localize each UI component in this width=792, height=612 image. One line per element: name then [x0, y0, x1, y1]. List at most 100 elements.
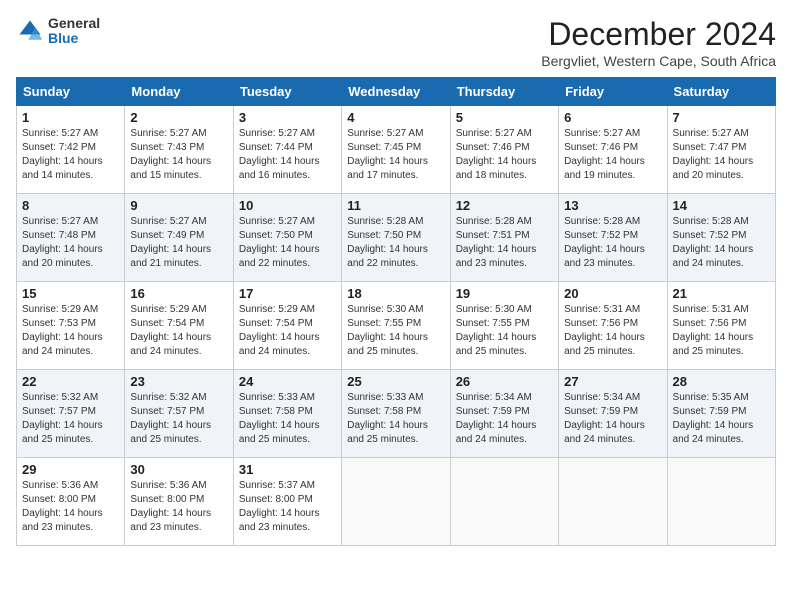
week-row-3: 15 Sunrise: 5:29 AMSunset: 7:53 PMDaylig…: [17, 282, 776, 370]
calendar-cell: 18 Sunrise: 5:30 AMSunset: 7:55 PMDaylig…: [342, 282, 450, 370]
calendar-cell: 29 Sunrise: 5:36 AMSunset: 8:00 PMDaylig…: [17, 458, 125, 546]
calendar-cell: 2 Sunrise: 5:27 AMSunset: 7:43 PMDayligh…: [125, 106, 233, 194]
day-number: 17: [239, 286, 336, 301]
header-wednesday: Wednesday: [342, 78, 450, 106]
day-number: 26: [456, 374, 553, 389]
day-number: 9: [130, 198, 227, 213]
day-number: 13: [564, 198, 661, 213]
day-info: Sunrise: 5:29 AMSunset: 7:54 PMDaylight:…: [239, 304, 320, 357]
title-area: December 2024 Bergvliet, Western Cape, S…: [541, 16, 776, 69]
header-tuesday: Tuesday: [233, 78, 341, 106]
day-number: 31: [239, 462, 336, 477]
header-sunday: Sunday: [17, 78, 125, 106]
calendar-cell: 19 Sunrise: 5:30 AMSunset: 7:55 PMDaylig…: [450, 282, 558, 370]
day-info: Sunrise: 5:31 AMSunset: 7:56 PMDaylight:…: [673, 304, 754, 357]
calendar-cell: [450, 458, 558, 546]
day-number: 8: [22, 198, 119, 213]
day-info: Sunrise: 5:28 AMSunset: 7:50 PMDaylight:…: [347, 216, 428, 269]
week-row-2: 8 Sunrise: 5:27 AMSunset: 7:48 PMDayligh…: [17, 194, 776, 282]
calendar-cell: 3 Sunrise: 5:27 AMSunset: 7:44 PMDayligh…: [233, 106, 341, 194]
day-info: Sunrise: 5:27 AMSunset: 7:46 PMDaylight:…: [456, 128, 537, 181]
calendar-cell: 23 Sunrise: 5:32 AMSunset: 7:57 PMDaylig…: [125, 370, 233, 458]
calendar-table: SundayMondayTuesdayWednesdayThursdayFrid…: [16, 77, 776, 546]
calendar-cell: 21 Sunrise: 5:31 AMSunset: 7:56 PMDaylig…: [667, 282, 775, 370]
day-info: Sunrise: 5:33 AMSunset: 7:58 PMDaylight:…: [239, 392, 320, 445]
day-info: Sunrise: 5:27 AMSunset: 7:44 PMDaylight:…: [239, 128, 320, 181]
day-info: Sunrise: 5:29 AMSunset: 7:54 PMDaylight:…: [130, 304, 211, 357]
calendar-cell: 9 Sunrise: 5:27 AMSunset: 7:49 PMDayligh…: [125, 194, 233, 282]
day-number: 14: [673, 198, 770, 213]
day-info: Sunrise: 5:27 AMSunset: 7:43 PMDaylight:…: [130, 128, 211, 181]
day-number: 7: [673, 110, 770, 125]
logo-text: General Blue: [48, 16, 100, 47]
day-info: Sunrise: 5:27 AMSunset: 7:46 PMDaylight:…: [564, 128, 645, 181]
day-info: Sunrise: 5:31 AMSunset: 7:56 PMDaylight:…: [564, 304, 645, 357]
calendar-cell: [667, 458, 775, 546]
day-number: 21: [673, 286, 770, 301]
calendar-cell: 13 Sunrise: 5:28 AMSunset: 7:52 PMDaylig…: [559, 194, 667, 282]
calendar-header-row: SundayMondayTuesdayWednesdayThursdayFrid…: [17, 78, 776, 106]
day-number: 5: [456, 110, 553, 125]
logo-blue: Blue: [48, 31, 100, 46]
page-header: General Blue December 2024 Bergvliet, We…: [16, 16, 776, 69]
calendar-cell: 12 Sunrise: 5:28 AMSunset: 7:51 PMDaylig…: [450, 194, 558, 282]
calendar-cell: 10 Sunrise: 5:27 AMSunset: 7:50 PMDaylig…: [233, 194, 341, 282]
month-title: December 2024: [541, 16, 776, 53]
day-number: 25: [347, 374, 444, 389]
day-info: Sunrise: 5:33 AMSunset: 7:58 PMDaylight:…: [347, 392, 428, 445]
day-info: Sunrise: 5:32 AMSunset: 7:57 PMDaylight:…: [130, 392, 211, 445]
calendar-cell: 6 Sunrise: 5:27 AMSunset: 7:46 PMDayligh…: [559, 106, 667, 194]
calendar-cell: 14 Sunrise: 5:28 AMSunset: 7:52 PMDaylig…: [667, 194, 775, 282]
day-info: Sunrise: 5:27 AMSunset: 7:50 PMDaylight:…: [239, 216, 320, 269]
calendar-cell: 24 Sunrise: 5:33 AMSunset: 7:58 PMDaylig…: [233, 370, 341, 458]
logo-general: General: [48, 16, 100, 31]
day-number: 30: [130, 462, 227, 477]
calendar-cell: 27 Sunrise: 5:34 AMSunset: 7:59 PMDaylig…: [559, 370, 667, 458]
calendar-cell: 11 Sunrise: 5:28 AMSunset: 7:50 PMDaylig…: [342, 194, 450, 282]
calendar-cell: 17 Sunrise: 5:29 AMSunset: 7:54 PMDaylig…: [233, 282, 341, 370]
location: Bergvliet, Western Cape, South Africa: [541, 53, 776, 69]
day-number: 18: [347, 286, 444, 301]
day-info: Sunrise: 5:27 AMSunset: 7:49 PMDaylight:…: [130, 216, 211, 269]
day-number: 10: [239, 198, 336, 213]
calendar-cell: 22 Sunrise: 5:32 AMSunset: 7:57 PMDaylig…: [17, 370, 125, 458]
calendar-cell: 20 Sunrise: 5:31 AMSunset: 7:56 PMDaylig…: [559, 282, 667, 370]
day-number: 2: [130, 110, 227, 125]
day-number: 29: [22, 462, 119, 477]
day-number: 28: [673, 374, 770, 389]
day-info: Sunrise: 5:34 AMSunset: 7:59 PMDaylight:…: [564, 392, 645, 445]
week-row-4: 22 Sunrise: 5:32 AMSunset: 7:57 PMDaylig…: [17, 370, 776, 458]
day-number: 27: [564, 374, 661, 389]
logo: General Blue: [16, 16, 100, 47]
day-info: Sunrise: 5:36 AMSunset: 8:00 PMDaylight:…: [22, 480, 103, 533]
week-row-1: 1 Sunrise: 5:27 AMSunset: 7:42 PMDayligh…: [17, 106, 776, 194]
calendar-cell: [559, 458, 667, 546]
calendar-cell: 5 Sunrise: 5:27 AMSunset: 7:46 PMDayligh…: [450, 106, 558, 194]
calendar-cell: 31 Sunrise: 5:37 AMSunset: 8:00 PMDaylig…: [233, 458, 341, 546]
day-number: 15: [22, 286, 119, 301]
calendar-cell: 16 Sunrise: 5:29 AMSunset: 7:54 PMDaylig…: [125, 282, 233, 370]
day-info: Sunrise: 5:29 AMSunset: 7:53 PMDaylight:…: [22, 304, 103, 357]
calendar-cell: 8 Sunrise: 5:27 AMSunset: 7:48 PMDayligh…: [17, 194, 125, 282]
day-number: 23: [130, 374, 227, 389]
calendar-cell: 4 Sunrise: 5:27 AMSunset: 7:45 PMDayligh…: [342, 106, 450, 194]
day-number: 24: [239, 374, 336, 389]
day-number: 12: [456, 198, 553, 213]
calendar-cell: 28 Sunrise: 5:35 AMSunset: 7:59 PMDaylig…: [667, 370, 775, 458]
day-info: Sunrise: 5:30 AMSunset: 7:55 PMDaylight:…: [347, 304, 428, 357]
day-info: Sunrise: 5:27 AMSunset: 7:47 PMDaylight:…: [673, 128, 754, 181]
calendar-cell: 25 Sunrise: 5:33 AMSunset: 7:58 PMDaylig…: [342, 370, 450, 458]
day-number: 1: [22, 110, 119, 125]
calendar-cell: 26 Sunrise: 5:34 AMSunset: 7:59 PMDaylig…: [450, 370, 558, 458]
day-info: Sunrise: 5:35 AMSunset: 7:59 PMDaylight:…: [673, 392, 754, 445]
calendar-cell: 1 Sunrise: 5:27 AMSunset: 7:42 PMDayligh…: [17, 106, 125, 194]
day-info: Sunrise: 5:28 AMSunset: 7:51 PMDaylight:…: [456, 216, 537, 269]
day-number: 16: [130, 286, 227, 301]
day-number: 19: [456, 286, 553, 301]
day-info: Sunrise: 5:28 AMSunset: 7:52 PMDaylight:…: [673, 216, 754, 269]
day-number: 11: [347, 198, 444, 213]
day-info: Sunrise: 5:32 AMSunset: 7:57 PMDaylight:…: [22, 392, 103, 445]
day-info: Sunrise: 5:27 AMSunset: 7:45 PMDaylight:…: [347, 128, 428, 181]
day-number: 6: [564, 110, 661, 125]
day-info: Sunrise: 5:27 AMSunset: 7:48 PMDaylight:…: [22, 216, 103, 269]
